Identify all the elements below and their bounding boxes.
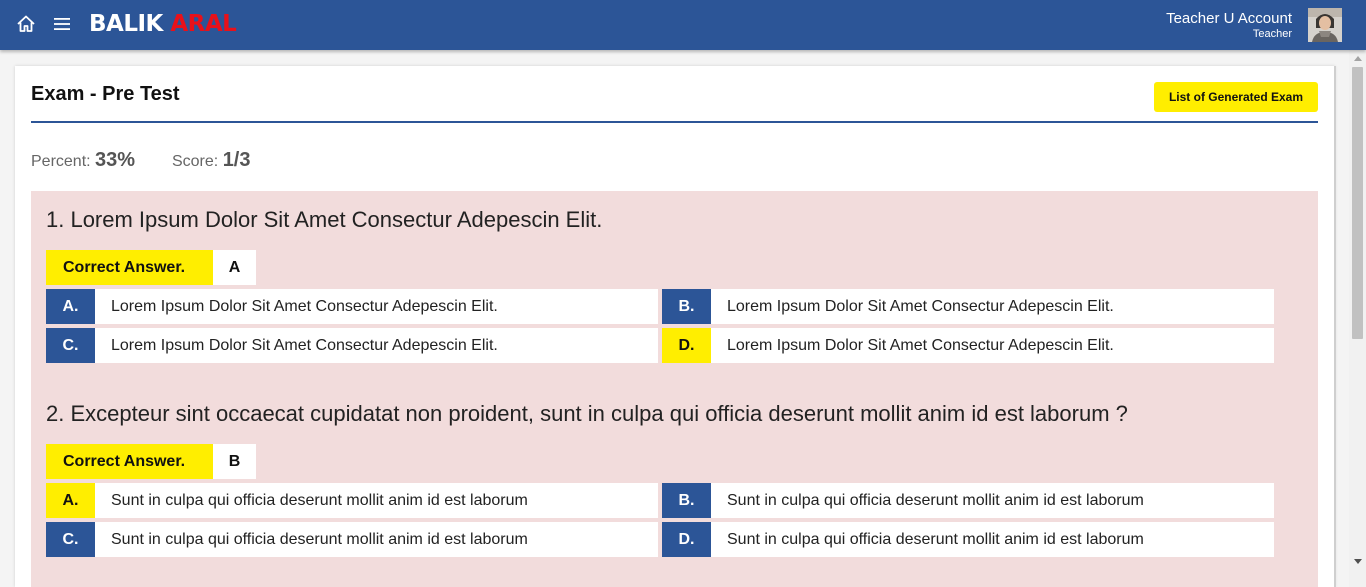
option-letter: D. bbox=[662, 522, 711, 557]
list-generated-exam-button[interactable]: List of Generated Exam bbox=[1154, 82, 1318, 112]
option-d[interactable]: D. Lorem Ipsum Dolor Sit Amet Consectur … bbox=[662, 328, 1274, 363]
correct-answer-value: A bbox=[213, 250, 256, 285]
score-summary: Percent: 33% Score: 1/3 bbox=[31, 149, 251, 172]
option-c[interactable]: C. Sunt in culpa qui officia deserunt mo… bbox=[46, 522, 658, 557]
option-text: Lorem Ipsum Dolor Sit Amet Consectur Ade… bbox=[711, 289, 1274, 324]
question-list: 1. Lorem Ipsum Dolor Sit Amet Consectur … bbox=[31, 191, 1318, 587]
option-letter: A. bbox=[46, 483, 95, 518]
brand-name-part1: BALIK bbox=[89, 11, 171, 37]
hamburger-menu-icon[interactable] bbox=[53, 15, 71, 33]
scroll-up-arrow-icon[interactable] bbox=[1354, 56, 1362, 61]
account-role: Teacher bbox=[1252, 28, 1292, 40]
correct-answer-row: Correct Answer. A bbox=[46, 250, 256, 285]
card-edge bbox=[1334, 66, 1336, 587]
title-divider bbox=[31, 121, 1318, 123]
correct-answer-label: Correct Answer. bbox=[46, 250, 213, 285]
question-text: 1. Lorem Ipsum Dolor Sit Amet Consectur … bbox=[46, 207, 603, 232]
brand-logo[interactable]: BALIK ARAL bbox=[89, 11, 237, 37]
top-navbar: BALIK ARAL Teacher U Account Teacher bbox=[0, 0, 1366, 50]
brand-name-part2: ARAL bbox=[170, 11, 237, 37]
option-text: Sunt in culpa qui officia deserunt molli… bbox=[95, 483, 658, 518]
page-scrollbar[interactable] bbox=[1349, 50, 1366, 587]
scrollbar-thumb[interactable] bbox=[1352, 67, 1363, 339]
option-text: Sunt in culpa qui officia deserunt molli… bbox=[711, 483, 1274, 518]
correct-answer-label: Correct Answer. bbox=[46, 444, 213, 479]
exam-title: Exam - Pre Test bbox=[31, 83, 180, 105]
home-icon[interactable] bbox=[16, 14, 36, 34]
option-text: Lorem Ipsum Dolor Sit Amet Consectur Ade… bbox=[711, 328, 1274, 363]
option-letter: A. bbox=[46, 289, 95, 324]
option-letter: D. bbox=[662, 328, 711, 363]
correct-answer-row: Correct Answer. B bbox=[46, 444, 256, 479]
percent-value: 33% bbox=[95, 149, 136, 171]
option-text: Sunt in culpa qui officia deserunt molli… bbox=[711, 522, 1274, 557]
scroll-down-arrow-icon[interactable] bbox=[1354, 559, 1362, 564]
option-letter: B. bbox=[662, 289, 711, 324]
percent-label: Percent: bbox=[31, 153, 91, 170]
option-c[interactable]: C. Lorem Ipsum Dolor Sit Amet Consectur … bbox=[46, 328, 658, 363]
option-a[interactable]: A. Lorem Ipsum Dolor Sit Amet Consectur … bbox=[46, 289, 658, 324]
option-d[interactable]: D. Sunt in culpa qui officia deserunt mo… bbox=[662, 522, 1274, 557]
score-value: 1/3 bbox=[222, 149, 251, 171]
option-a[interactable]: A. Sunt in culpa qui officia deserunt mo… bbox=[46, 483, 658, 518]
option-b[interactable]: B. Sunt in culpa qui officia deserunt mo… bbox=[662, 483, 1274, 518]
option-text: Lorem Ipsum Dolor Sit Amet Consectur Ade… bbox=[95, 328, 658, 363]
score-label: Score: bbox=[171, 153, 219, 170]
user-avatar[interactable] bbox=[1308, 8, 1342, 42]
option-text: Lorem Ipsum Dolor Sit Amet Consectur Ade… bbox=[95, 289, 658, 324]
account-name[interactable]: Teacher U Account bbox=[1166, 10, 1292, 27]
option-b[interactable]: B. Lorem Ipsum Dolor Sit Amet Consectur … bbox=[662, 289, 1274, 324]
option-letter: C. bbox=[46, 328, 95, 363]
correct-answer-value: B bbox=[213, 444, 256, 479]
option-letter: C. bbox=[46, 522, 95, 557]
exam-card: Exam - Pre Test List of Generated Exam P… bbox=[15, 66, 1335, 587]
option-letter: B. bbox=[662, 483, 711, 518]
question-text: 2. Excepteur sint occaecat cupidatat non… bbox=[46, 401, 1128, 426]
option-text: Sunt in culpa qui officia deserunt molli… bbox=[95, 522, 658, 557]
